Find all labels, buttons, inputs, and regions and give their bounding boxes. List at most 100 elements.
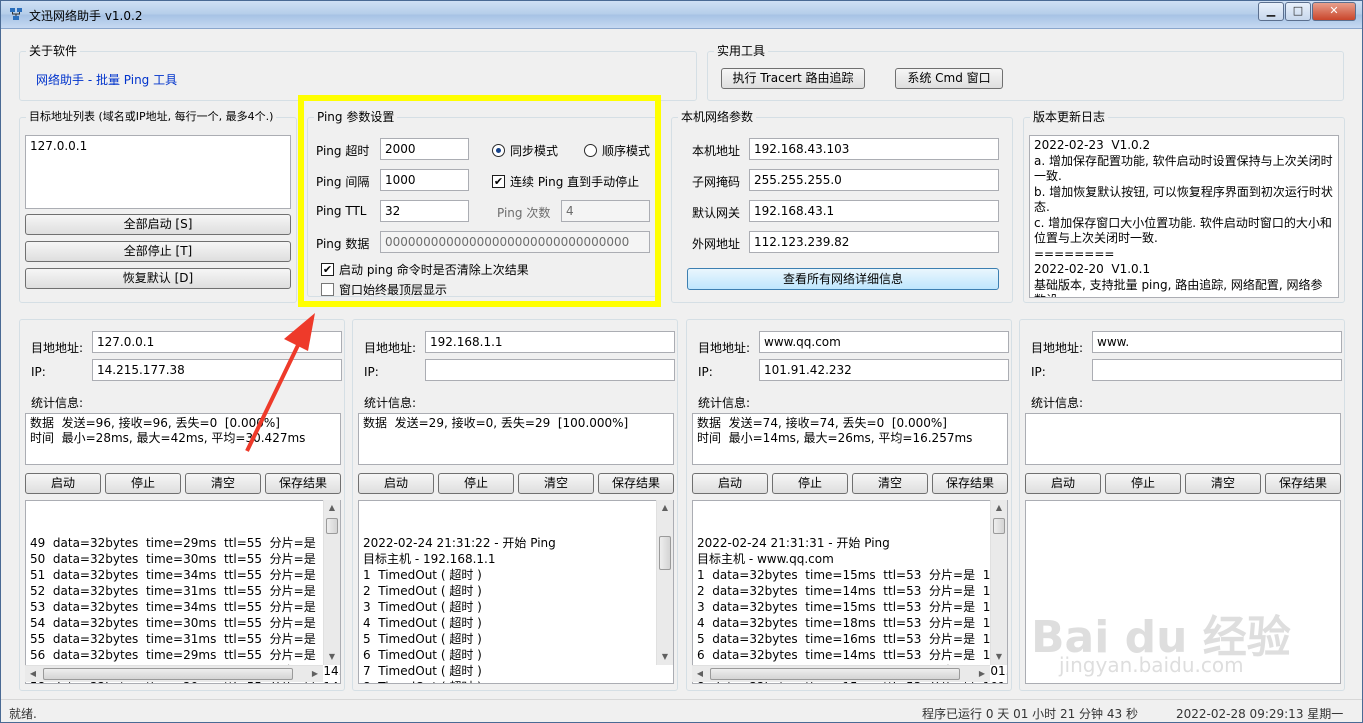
about-link[interactable]: 网络助手 - 批量 Ping 工具	[36, 71, 177, 88]
scroll-up-icon[interactable]: ▲	[991, 500, 1007, 516]
ip-field[interactable]: 14.215.177.38	[92, 359, 342, 381]
ip-field[interactable]	[425, 359, 675, 381]
data-label: Ping 数据	[316, 237, 370, 251]
scroll-left-icon[interactable]: ◀	[692, 666, 708, 682]
log-vertical-scrollbar[interactable]: ▲ ▼	[990, 500, 1007, 665]
panel-stop-button[interactable]: 停止	[438, 473, 514, 494]
ip-label: IP:	[1031, 365, 1046, 379]
targets-textarea[interactable]: 127.0.0.1	[25, 135, 291, 209]
gateway-label: 默认网关	[692, 206, 741, 220]
panel-start-button[interactable]: 启动	[358, 473, 434, 494]
panel-stop-button[interactable]: 停止	[1105, 473, 1181, 494]
scroll-down-icon[interactable]: ▼	[324, 649, 340, 665]
about-group: 关于软件 网络助手 - 批量 Ping 工具	[19, 44, 697, 101]
log-horizontal-scrollbar[interactable]: ◀ ▶	[25, 665, 323, 682]
network-details-button[interactable]: 查看所有网络详细信息	[687, 268, 999, 290]
scroll-left-icon[interactable]: ◀	[25, 666, 41, 682]
ip-field[interactable]	[1092, 359, 1342, 381]
local-network-title: 本机网络参数	[678, 110, 757, 124]
gateway-field[interactable]: 192.168.43.1	[749, 200, 999, 222]
log-vertical-scrollbar[interactable]: ▲ ▼	[656, 500, 673, 665]
sync-mode-label: 同步模式	[510, 144, 559, 158]
timeout-input[interactable]: 2000	[380, 138, 469, 160]
wan-field[interactable]: 112.123.239.82	[749, 231, 999, 253]
cmd-button[interactable]: 系统 Cmd 窗口	[895, 68, 1003, 89]
scroll-up-icon[interactable]: ▲	[324, 500, 340, 516]
ping-log[interactable]: 2022-02-24 21:31:22 - 开始 Ping 目标主机 - 192…	[358, 500, 674, 684]
maximize-button[interactable]: □	[1285, 2, 1311, 21]
panel-clear-button[interactable]: 清空	[852, 473, 928, 494]
window-title: 文迅网络助手 v1.0.2	[29, 9, 143, 23]
close-button[interactable]: ✕	[1312, 2, 1356, 21]
ip-label: IP:	[698, 365, 713, 379]
scroll-thumb[interactable]	[659, 536, 671, 570]
mask-field[interactable]: 255.255.255.0	[749, 169, 999, 191]
tracert-button[interactable]: 执行 Tracert 路由追踪	[721, 68, 865, 89]
scroll-right-icon[interactable]: ▶	[307, 666, 323, 682]
scroll-thumb[interactable]	[710, 668, 960, 680]
panel-clear-button[interactable]: 清空	[1185, 473, 1261, 494]
radio-selected-icon	[492, 144, 505, 157]
target-field[interactable]: 192.168.1.1	[425, 331, 675, 353]
reset-button[interactable]: 恢复默认 [D]	[25, 268, 291, 289]
target-field[interactable]: www.	[1092, 331, 1342, 353]
topmost-label: 窗口始终最顶层显示	[339, 283, 448, 297]
scroll-thumb[interactable]	[326, 518, 338, 534]
scroll-thumb[interactable]	[43, 668, 293, 680]
stop-all-button[interactable]: 全部停止 [T]	[25, 241, 291, 262]
ttl-input[interactable]: 32	[380, 200, 469, 222]
ping-log[interactable]: 49 data=32bytes time=29ms ttl=55 分片=是 14…	[25, 500, 341, 684]
network-app-icon	[10, 8, 22, 20]
ping-panel-1: 目地地址: 127.0.0.1 IP: 14.215.177.38 统计信息: …	[19, 319, 345, 691]
target-field[interactable]: 127.0.0.1	[92, 331, 342, 353]
topmost-checkbox[interactable]: 窗口始终最顶层显示	[321, 281, 447, 298]
ip-field[interactable]: 101.91.42.232	[759, 359, 1009, 381]
scroll-right-icon[interactable]: ▶	[974, 666, 990, 682]
changelog-text: 2022-02-23 V1.0.2 a. 增加保存配置功能, 软件启动时设置保持…	[1029, 135, 1339, 298]
panel-clear-button[interactable]: 清空	[185, 473, 261, 494]
minimize-button[interactable]: ▁	[1258, 2, 1284, 21]
scroll-up-icon[interactable]: ▲	[657, 500, 673, 516]
scroll-down-icon[interactable]: ▼	[991, 649, 1007, 665]
start-all-button[interactable]: 全部启动 [S]	[25, 214, 291, 235]
panel-save-button[interactable]: 保存结果	[932, 473, 1008, 494]
count-label: Ping 次数	[497, 206, 551, 220]
seq-mode-radio[interactable]: 顺序模式	[584, 142, 650, 159]
sync-mode-radio[interactable]: 同步模式	[492, 142, 558, 159]
log-vertical-scrollbar[interactable]: ▲ ▼	[323, 500, 340, 665]
interval-label: Ping 间隔	[316, 175, 370, 189]
count-input[interactable]: 4	[561, 200, 650, 222]
continuous-checkbox[interactable]: ✔ 连续 Ping 直到手动停止	[492, 173, 639, 190]
panel-start-button[interactable]: 启动	[692, 473, 768, 494]
log-horizontal-scrollbar[interactable]: ◀ ▶	[692, 665, 990, 682]
changelog-title: 版本更新日志	[1030, 110, 1109, 124]
targets-group: 目标地址列表 (域名或IP地址, 每行一个, 最多4个.) 127.0.0.1 …	[19, 110, 297, 303]
panel-save-button[interactable]: 保存结果	[1265, 473, 1341, 494]
interval-input[interactable]: 1000	[380, 169, 469, 191]
local-ip-field[interactable]: 192.168.43.103	[749, 138, 999, 160]
ping-log-text: 2022-02-24 21:31:31 - 开始 Ping 目标主机 - www…	[697, 536, 1008, 683]
panel-save-button[interactable]: 保存结果	[598, 473, 674, 494]
target-field[interactable]: www.qq.com	[759, 331, 1009, 353]
client-area: 关于软件 网络助手 - 批量 Ping 工具 实用工具 执行 Tracert 路…	[7, 31, 1357, 701]
scroll-down-icon[interactable]: ▼	[657, 649, 673, 665]
local-ip-label: 本机地址	[692, 144, 741, 158]
empty-checkbox-icon	[321, 283, 334, 296]
data-input[interactable]: 00000000000000000000000000000000	[380, 231, 650, 253]
target-label: 目地地址:	[1031, 341, 1084, 355]
stats-label: 统计信息:	[698, 396, 751, 410]
scroll-thumb[interactable]	[993, 518, 1005, 534]
panel-start-button[interactable]: 启动	[1025, 473, 1101, 494]
ping-log[interactable]	[1025, 500, 1341, 684]
ping-log-text: 2022-02-24 21:31:22 - 开始 Ping 目标主机 - 192…	[363, 536, 556, 683]
ping-log[interactable]: 2022-02-24 21:31:31 - 开始 Ping 目标主机 - www…	[692, 500, 1008, 684]
panel-stop-button[interactable]: 停止	[772, 473, 848, 494]
seq-mode-label: 顺序模式	[602, 144, 651, 158]
panel-save-button[interactable]: 保存结果	[265, 473, 341, 494]
title-bar[interactable]: 文迅网络助手 v1.0.2 ▁ □ ✕	[1, 1, 1362, 29]
clear-on-start-checkbox[interactable]: ✔ 启动 ping 命令时是否清除上次结果	[321, 261, 529, 278]
target-label: 目地地址:	[31, 341, 84, 355]
panel-stop-button[interactable]: 停止	[105, 473, 181, 494]
panel-start-button[interactable]: 启动	[25, 473, 101, 494]
panel-clear-button[interactable]: 清空	[518, 473, 594, 494]
